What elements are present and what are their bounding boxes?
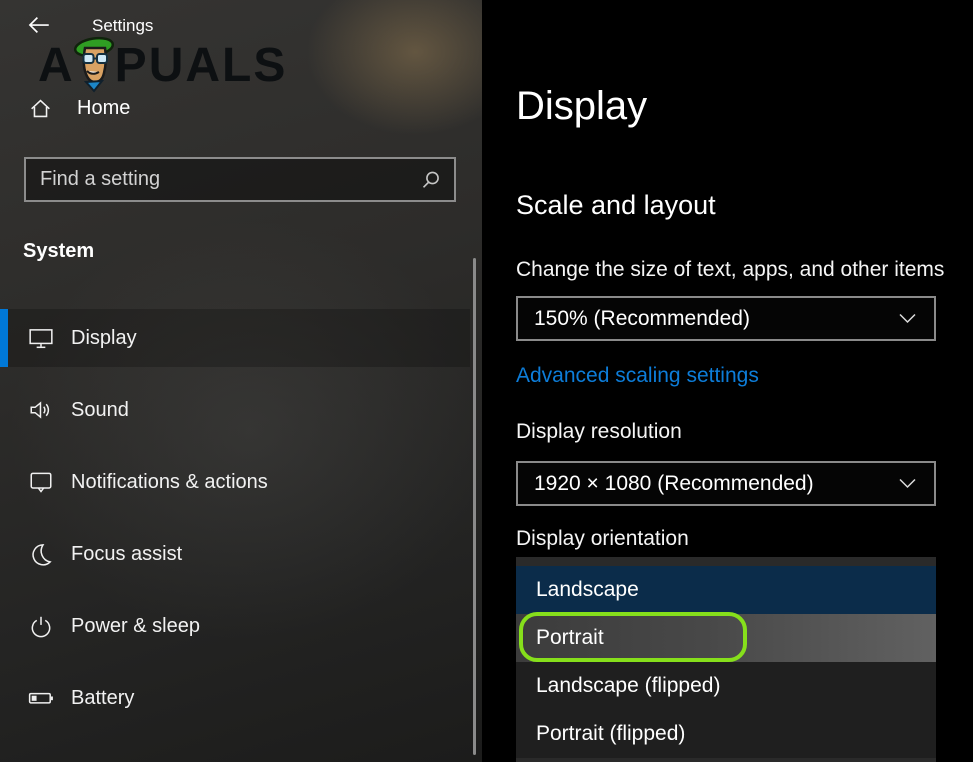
home-label: Home	[77, 97, 130, 120]
sidebar-item-sound[interactable]: Sound	[0, 381, 470, 439]
sidebar-item-label: Notifications & actions	[71, 471, 268, 494]
sidebar-item-home[interactable]: Home	[28, 96, 130, 121]
back-button[interactable]	[24, 10, 54, 40]
sidebar-item-label: Power & sleep	[71, 615, 200, 638]
appuals-mascot-icon	[71, 34, 117, 94]
sound-icon	[28, 397, 54, 423]
settings-window: Settings A PUALS Home	[0, 0, 973, 762]
orientation-dropdown-list: Landscape Portrait Landscape (flipped) P…	[516, 557, 936, 762]
chevron-down-icon	[899, 313, 916, 324]
focus-assist-icon	[28, 541, 54, 567]
notifications-icon	[28, 469, 54, 495]
orientation-label: Display orientation	[516, 527, 689, 551]
sidebar-item-power-sleep[interactable]: Power & sleep	[0, 597, 470, 655]
search-box	[24, 157, 456, 202]
advanced-scaling-link[interactable]: Advanced scaling settings	[516, 364, 759, 388]
sidebar-item-focus-assist[interactable]: Focus assist	[0, 525, 470, 583]
selected-indicator	[0, 309, 8, 367]
resolution-dropdown-value: 1920 × 1080 (Recommended)	[534, 472, 814, 496]
search-icon	[420, 169, 442, 191]
page-title: Display	[516, 84, 647, 129]
section-title-scale-and-layout: Scale and layout	[516, 190, 716, 221]
display-icon	[28, 325, 54, 351]
window-title: Settings	[92, 16, 153, 36]
resolution-label: Display resolution	[516, 420, 682, 444]
orientation-option-portrait-flipped[interactable]: Portrait (flipped)	[516, 710, 936, 758]
appuals-watermark: A PUALS	[38, 36, 287, 96]
watermark-text-right: PUALS	[115, 42, 288, 90]
orientation-option-landscape[interactable]: Landscape	[516, 566, 936, 614]
search-input[interactable]	[40, 168, 420, 191]
sidebar-nav: Display Sound	[0, 309, 470, 741]
sidebar: Settings A PUALS Home	[0, 0, 482, 762]
scale-label: Change the size of text, apps, and other…	[516, 258, 944, 282]
sidebar-item-label: Battery	[71, 687, 134, 710]
scale-dropdown[interactable]: 150% (Recommended)	[516, 296, 936, 341]
sidebar-item-display[interactable]: Display	[0, 309, 470, 367]
sidebar-item-battery[interactable]: Battery	[0, 669, 470, 727]
back-arrow-icon	[26, 12, 52, 38]
orientation-option-landscape-flipped[interactable]: Landscape (flipped)	[516, 662, 936, 710]
orientation-option-portrait[interactable]: Portrait	[516, 614, 936, 662]
sidebar-item-label: Sound	[71, 399, 129, 422]
resolution-dropdown[interactable]: 1920 × 1080 (Recommended)	[516, 461, 936, 506]
watermark-text-left: A	[38, 42, 75, 90]
sidebar-item-label: Display	[71, 327, 137, 350]
sidebar-section-system: System	[23, 240, 94, 263]
display-settings-pane: Display Scale and layout Change the size…	[482, 0, 973, 762]
battery-icon	[28, 685, 54, 711]
scale-dropdown-value: 150% (Recommended)	[534, 307, 750, 331]
power-icon	[28, 613, 54, 639]
sidebar-scrollbar[interactable]	[473, 258, 476, 755]
chevron-down-icon	[899, 478, 916, 489]
sidebar-item-notifications[interactable]: Notifications & actions	[0, 453, 470, 511]
sidebar-item-label: Focus assist	[71, 543, 182, 566]
home-icon	[28, 96, 53, 121]
